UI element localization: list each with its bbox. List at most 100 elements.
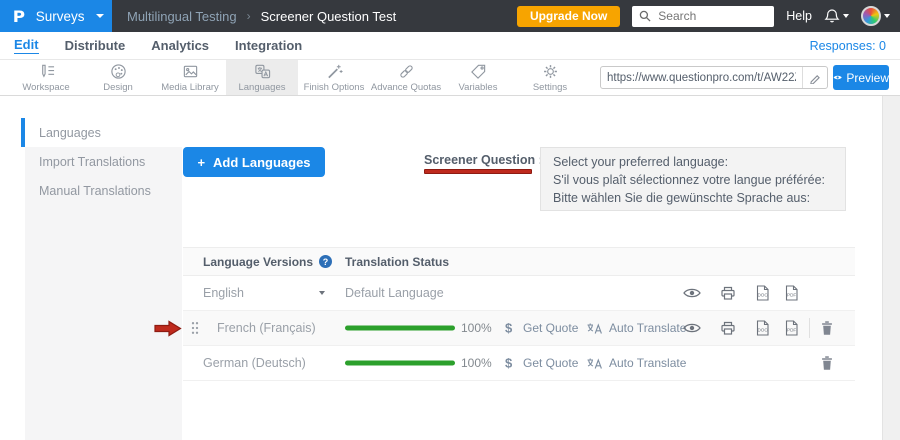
search-icon <box>639 10 651 22</box>
chevron-down-icon <box>96 14 104 18</box>
dollar-icon[interactable]: $ <box>505 356 512 371</box>
toolbar-item-settings[interactable]: Settings <box>514 60 586 95</box>
tab-distribute[interactable]: Distribute <box>65 38 126 53</box>
table-row-french: French (Français) 100% $ Get Quote Auto … <box>183 311 855 346</box>
drag-handle-icon[interactable] <box>190 321 200 335</box>
notifications-button[interactable] <box>824 8 849 24</box>
doc-icon-label: DOC <box>757 328 768 333</box>
translate-icon[interactable] <box>586 357 603 370</box>
language-name: German (Deutsch) <box>203 356 306 370</box>
product-menu-label: Surveys <box>36 9 85 24</box>
workspace-icon <box>37 63 56 80</box>
sidebar-item-languages[interactable]: Languages <box>21 118 182 147</box>
tab-edit[interactable]: Edit <box>14 37 39 54</box>
pdf-icon-label: PDF <box>787 328 796 333</box>
preview-button[interactable]: Preview <box>833 65 889 90</box>
sidebar-item-manual-translations[interactable]: Manual Translations <box>25 176 182 205</box>
export-doc-icon[interactable]: DOC <box>755 285 770 302</box>
preview-label: Preview <box>846 71 889 85</box>
toolbar-item-label: Finish Options <box>304 82 365 93</box>
default-language-dropdown[interactable]: English <box>203 286 325 300</box>
breadcrumb-current: Screener Question Test <box>261 9 397 24</box>
print-icon[interactable] <box>720 321 736 336</box>
responses-count[interactable]: Responses: 0 <box>810 39 886 53</box>
product-menu[interactable]: P Surveys <box>0 0 112 32</box>
media-library-icon <box>181 63 200 80</box>
translation-progress-bar <box>345 361 455 366</box>
breadcrumb-parent[interactable]: Multilingual Testing <box>127 9 237 24</box>
toolbar-item-advance-quotas[interactable]: Advance Quotas <box>370 60 442 95</box>
screener-line-de: Bitte wählen Sie die gewünschte Sprache … <box>553 189 833 207</box>
help-link[interactable]: Help <box>786 9 812 23</box>
toolbar-item-media-library[interactable]: Media Library <box>154 60 226 95</box>
progress-percent: 100% <box>461 321 492 335</box>
table-header: Language Versions ? Translation Status <box>183 247 855 276</box>
help-icon[interactable]: ? <box>319 255 332 268</box>
language-name: French (Français) <box>217 321 316 335</box>
top-bar: P Surveys Multilingual Testing › Screene… <box>0 0 900 32</box>
app-window: P Surveys Multilingual Testing › Screene… <box>0 0 900 440</box>
questionpro-logo-icon: P <box>13 7 25 26</box>
chevron-down-icon <box>319 291 325 295</box>
toolbar-item-label: Design <box>103 82 133 93</box>
toolbar-item-workspace[interactable]: Workspace <box>10 60 82 95</box>
red-underline-annotation <box>424 169 532 174</box>
avatar <box>861 6 881 26</box>
get-quote-link[interactable]: Get Quote <box>523 321 578 335</box>
variables-icon <box>469 63 488 80</box>
tab-analytics[interactable]: Analytics <box>151 38 209 53</box>
export-doc-icon[interactable]: DOC <box>755 320 770 337</box>
toolbar-item-label: Languages <box>238 82 285 93</box>
view-icon[interactable] <box>683 322 701 334</box>
settings-icon <box>541 63 560 80</box>
languages-icon <box>253 63 272 80</box>
screener-line-en: Select your preferred language: <box>553 153 833 171</box>
account-menu[interactable] <box>861 6 890 26</box>
default-language-status: Default Language <box>345 286 444 300</box>
delete-icon[interactable] <box>820 355 834 371</box>
breadcrumb: Multilingual Testing › Screener Question… <box>127 9 396 24</box>
search-box[interactable] <box>632 6 774 27</box>
delete-icon[interactable] <box>820 320 834 336</box>
eye-icon <box>833 73 842 82</box>
auto-translate-link[interactable]: Auto Translate <box>609 321 686 335</box>
export-pdf-icon[interactable]: PDF <box>784 320 799 337</box>
survey-url-box <box>600 66 828 89</box>
tab-integration[interactable]: Integration <box>235 38 302 53</box>
auto-translate-link[interactable]: Auto Translate <box>609 356 686 370</box>
translation-progress-bar <box>345 326 455 331</box>
dollar-icon[interactable]: $ <box>505 321 512 336</box>
toolbar-item-label: Media Library <box>161 82 219 93</box>
language-cell: French (Français) <box>203 321 345 335</box>
view-icon[interactable] <box>683 287 701 299</box>
red-arrow-annotation <box>154 320 182 337</box>
translate-icon[interactable] <box>586 322 603 335</box>
screener-line-fr: S'il vous plaît sélectionnez votre langu… <box>553 171 833 189</box>
table-row-english: English Default Language DOC PDF <box>183 276 855 311</box>
toolbar-item-languages[interactable]: Languages <box>226 60 298 95</box>
toolbar-item-design[interactable]: Design <box>82 60 154 95</box>
edit-url-button[interactable] <box>802 67 827 88</box>
doc-icon-label: DOC <box>757 293 768 298</box>
toolbar-item-finish-options[interactable]: Finish Options <box>298 60 370 95</box>
print-icon[interactable] <box>720 286 736 301</box>
search-input[interactable] <box>656 8 750 24</box>
language-cell: German (Deutsch) <box>203 356 345 370</box>
toolbar-item-variables[interactable]: Variables <box>442 60 514 95</box>
page-scroll-gutter[interactable] <box>882 96 900 440</box>
sidebar-item-label: Languages <box>39 126 101 140</box>
export-pdf-icon[interactable]: PDF <box>784 285 799 302</box>
get-quote-link[interactable]: Get Quote <box>523 356 578 370</box>
survey-url-input[interactable] <box>601 72 802 84</box>
add-languages-button[interactable]: + Add Languages <box>183 147 325 177</box>
upgrade-now-button[interactable]: Upgrade Now <box>517 6 620 27</box>
column-translation-status: Translation Status <box>345 255 449 269</box>
topbar-actions: Upgrade Now Help <box>517 6 900 27</box>
sidebar-item-import-translations[interactable]: Import Translations <box>25 147 182 176</box>
toolbar-item-label: Settings <box>533 82 567 93</box>
languages-sidebar: Languages Import Translations Manual Tra… <box>21 118 182 440</box>
screener-question-preview: Select your preferred language: S'il vou… <box>540 147 846 211</box>
plus-icon: + <box>197 155 205 170</box>
table-row-german: German (Deutsch) 100% $ Get Quote Auto T… <box>183 346 855 381</box>
screener-question-label: Screener Question : <box>424 153 543 167</box>
